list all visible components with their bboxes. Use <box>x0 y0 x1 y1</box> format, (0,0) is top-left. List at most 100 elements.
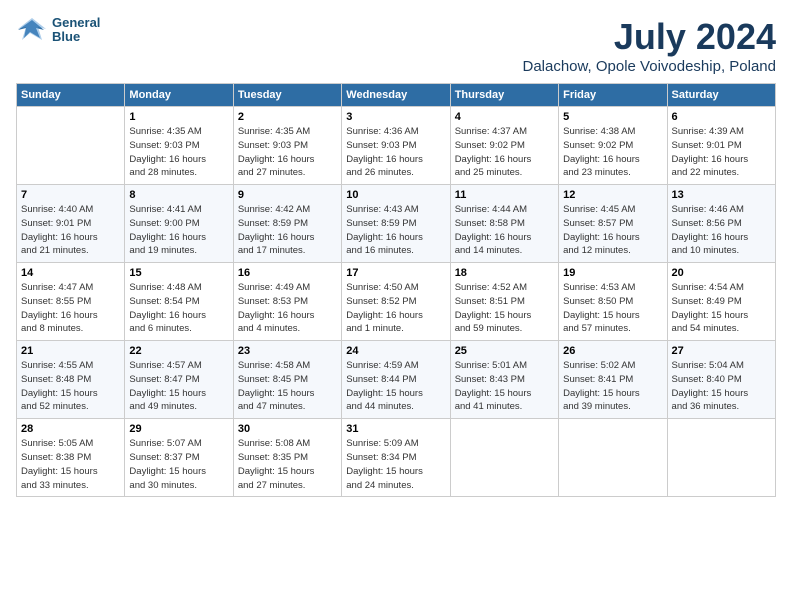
day-number: 16 <box>238 267 337 279</box>
weekday-header: Tuesday <box>233 84 341 107</box>
day-detail: Sunrise: 4:38 AM Sunset: 9:02 PM Dayligh… <box>563 125 662 180</box>
day-detail: Sunrise: 5:02 AM Sunset: 8:41 PM Dayligh… <box>563 359 662 414</box>
day-detail: Sunrise: 5:01 AM Sunset: 8:43 PM Dayligh… <box>455 359 554 414</box>
day-number: 30 <box>238 423 337 435</box>
calendar-cell: 6 Sunrise: 4:39 AM Sunset: 9:01 PM Daylig… <box>667 107 775 185</box>
day-number: 12 <box>563 189 662 201</box>
day-detail: Sunrise: 5:07 AM Sunset: 8:37 PM Dayligh… <box>129 437 228 492</box>
day-number: 18 <box>455 267 554 279</box>
day-detail: Sunrise: 4:43 AM Sunset: 8:59 PM Dayligh… <box>346 203 445 258</box>
day-number: 26 <box>563 345 662 357</box>
logo: General Blue <box>16 16 100 45</box>
day-number: 7 <box>21 189 120 201</box>
day-detail: Sunrise: 4:54 AM Sunset: 8:49 PM Dayligh… <box>672 281 771 336</box>
location: Dalachow, Opole Voivodeship, Poland <box>522 58 776 75</box>
day-number: 6 <box>672 111 771 123</box>
day-number: 1 <box>129 111 228 123</box>
day-detail: Sunrise: 4:36 AM Sunset: 9:03 PM Dayligh… <box>346 125 445 180</box>
calendar-cell: 12Sunrise: 4:45 AM Sunset: 8:57 PM Dayli… <box>559 185 667 263</box>
calendar-cell: 17 Sunrise: 4:50 AM Sunset: 8:52 PM Dayli… <box>342 263 450 341</box>
day-detail: Sunrise: 4:37 AM Sunset: 9:02 PM Dayligh… <box>455 125 554 180</box>
day-number: 19 <box>563 267 662 279</box>
day-detail: Sunrise: 4:48 AM Sunset: 8:54 PM Dayligh… <box>129 281 228 336</box>
header: General Blue July 2024 Dalachow, Opole V… <box>16 16 776 75</box>
calendar-cell: 8Sunrise: 4:41 AM Sunset: 9:00 PM Daylig… <box>125 185 233 263</box>
calendar-cell: 5 Sunrise: 4:38 AM Sunset: 9:02 PM Daylig… <box>559 107 667 185</box>
logo-bird-icon <box>16 16 48 44</box>
calendar-cell: 25 Sunrise: 5:01 AM Sunset: 8:43 PM Dayli… <box>450 341 558 419</box>
day-number: 24 <box>346 345 445 357</box>
calendar-cell: 13 Sunrise: 4:46 AM Sunset: 8:56 PM Dayli… <box>667 185 775 263</box>
calendar-week-row: 1 Sunrise: 4:35 AM Sunset: 9:03 PM Daylig… <box>17 107 776 185</box>
day-detail: Sunrise: 4:58 AM Sunset: 8:45 PM Dayligh… <box>238 359 337 414</box>
day-detail: Sunrise: 4:52 AM Sunset: 8:51 PM Dayligh… <box>455 281 554 336</box>
calendar-cell: 4 Sunrise: 4:37 AM Sunset: 9:02 PM Daylig… <box>450 107 558 185</box>
weekday-header: Monday <box>125 84 233 107</box>
calendar-week-row: 21Sunrise: 4:55 AM Sunset: 8:48 PM Dayli… <box>17 341 776 419</box>
day-detail: Sunrise: 4:49 AM Sunset: 8:53 PM Dayligh… <box>238 281 337 336</box>
calendar-cell: 16 Sunrise: 4:49 AM Sunset: 8:53 PM Dayli… <box>233 263 341 341</box>
logo-line2: Blue <box>52 30 100 44</box>
calendar-cell <box>450 419 558 497</box>
day-number: 22 <box>129 345 228 357</box>
day-number: 17 <box>346 267 445 279</box>
calendar-cell: 30 Sunrise: 5:08 AM Sunset: 8:35 PM Dayli… <box>233 419 341 497</box>
calendar-cell: 18 Sunrise: 4:52 AM Sunset: 8:51 PM Dayli… <box>450 263 558 341</box>
day-number: 27 <box>672 345 771 357</box>
day-number: 5 <box>563 111 662 123</box>
calendar-body: 1 Sunrise: 4:35 AM Sunset: 9:03 PM Daylig… <box>17 107 776 497</box>
calendar-cell: 3 Sunrise: 4:36 AM Sunset: 9:03 PM Daylig… <box>342 107 450 185</box>
logo-line1: General <box>52 16 100 30</box>
weekday-header: Thursday <box>450 84 558 107</box>
day-number: 21 <box>21 345 120 357</box>
day-detail: Sunrise: 4:50 AM Sunset: 8:52 PM Dayligh… <box>346 281 445 336</box>
day-detail: Sunrise: 4:42 AM Sunset: 8:59 PM Dayligh… <box>238 203 337 258</box>
calendar-week-row: 14Sunrise: 4:47 AM Sunset: 8:55 PM Dayli… <box>17 263 776 341</box>
day-number: 11 <box>455 189 554 201</box>
day-number: 25 <box>455 345 554 357</box>
day-number: 4 <box>455 111 554 123</box>
day-number: 28 <box>21 423 120 435</box>
weekday-header: Wednesday <box>342 84 450 107</box>
calendar-cell: 29 Sunrise: 5:07 AM Sunset: 8:37 PM Dayli… <box>125 419 233 497</box>
day-number: 2 <box>238 111 337 123</box>
day-number: 31 <box>346 423 445 435</box>
day-detail: Sunrise: 4:39 AM Sunset: 9:01 PM Dayligh… <box>672 125 771 180</box>
calendar-cell: 28Sunrise: 5:05 AM Sunset: 8:38 PM Dayli… <box>17 419 125 497</box>
calendar-cell: 24 Sunrise: 4:59 AM Sunset: 8:44 PM Dayli… <box>342 341 450 419</box>
calendar-week-row: 7Sunrise: 4:40 AM Sunset: 9:01 PM Daylig… <box>17 185 776 263</box>
weekday-row: SundayMondayTuesdayWednesdayThursdayFrid… <box>17 84 776 107</box>
calendar-cell: 9 Sunrise: 4:42 AM Sunset: 8:59 PM Daylig… <box>233 185 341 263</box>
calendar-cell <box>17 107 125 185</box>
calendar-cell: 26 Sunrise: 5:02 AM Sunset: 8:41 PM Dayli… <box>559 341 667 419</box>
day-number: 13 <box>672 189 771 201</box>
day-number: 3 <box>346 111 445 123</box>
day-number: 29 <box>129 423 228 435</box>
calendar-cell <box>667 419 775 497</box>
calendar: SundayMondayTuesdayWednesdayThursdayFrid… <box>16 83 776 497</box>
calendar-week-row: 28Sunrise: 5:05 AM Sunset: 8:38 PM Dayli… <box>17 419 776 497</box>
calendar-cell: 14Sunrise: 4:47 AM Sunset: 8:55 PM Dayli… <box>17 263 125 341</box>
weekday-header: Friday <box>559 84 667 107</box>
day-number: 14 <box>21 267 120 279</box>
day-number: 23 <box>238 345 337 357</box>
calendar-cell: 15Sunrise: 4:48 AM Sunset: 8:54 PM Dayli… <box>125 263 233 341</box>
day-detail: Sunrise: 4:35 AM Sunset: 9:03 PM Dayligh… <box>129 125 228 180</box>
day-detail: Sunrise: 4:44 AM Sunset: 8:58 PM Dayligh… <box>455 203 554 258</box>
day-number: 8 <box>129 189 228 201</box>
calendar-cell: 31 Sunrise: 5:09 AM Sunset: 8:34 PM Dayli… <box>342 419 450 497</box>
day-detail: Sunrise: 4:57 AM Sunset: 8:47 PM Dayligh… <box>129 359 228 414</box>
day-detail: Sunrise: 5:09 AM Sunset: 8:34 PM Dayligh… <box>346 437 445 492</box>
day-detail: Sunrise: 4:59 AM Sunset: 8:44 PM Dayligh… <box>346 359 445 414</box>
logo-text: General Blue <box>52 16 100 45</box>
title-area: July 2024 Dalachow, Opole Voivodeship, P… <box>522 16 776 75</box>
calendar-cell: 2 Sunrise: 4:35 AM Sunset: 9:03 PM Daylig… <box>233 107 341 185</box>
calendar-cell: 22 Sunrise: 4:57 AM Sunset: 8:47 PM Dayli… <box>125 341 233 419</box>
calendar-header: SundayMondayTuesdayWednesdayThursdayFrid… <box>17 84 776 107</box>
day-number: 9 <box>238 189 337 201</box>
day-number: 20 <box>672 267 771 279</box>
day-detail: Sunrise: 5:08 AM Sunset: 8:35 PM Dayligh… <box>238 437 337 492</box>
day-detail: Sunrise: 4:46 AM Sunset: 8:56 PM Dayligh… <box>672 203 771 258</box>
day-detail: Sunrise: 4:35 AM Sunset: 9:03 PM Dayligh… <box>238 125 337 180</box>
calendar-cell: 20 Sunrise: 4:54 AM Sunset: 8:49 PM Dayli… <box>667 263 775 341</box>
